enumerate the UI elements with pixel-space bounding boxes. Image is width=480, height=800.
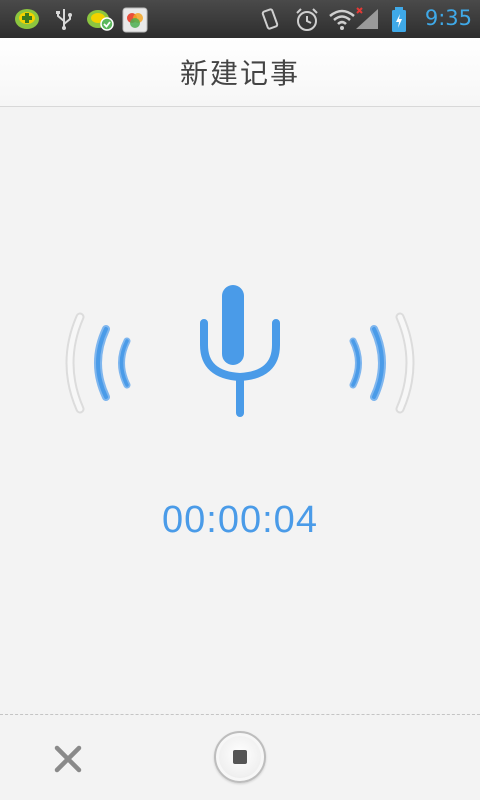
alarm-icon [296,8,318,31]
signal-icon [356,7,378,29]
stop-icon [233,750,247,764]
vibrate-icon [261,8,279,30]
recording-panel: 00:00:04 [0,107,480,714]
battery-charging-icon [392,7,406,32]
microphone-icon [200,285,280,417]
sound-wave-right-icon [349,312,415,414]
bottom-controls [0,715,480,800]
sound-wave-left-icon [65,312,131,414]
photo-app-icon [122,7,148,33]
title-bar: 新建记事 [0,38,480,107]
close-icon [54,745,82,773]
cancel-button[interactable] [44,735,92,783]
status-bar: 9:35 [0,0,480,38]
page-title: 新建记事 [179,57,300,90]
stop-record-button[interactable] [214,731,266,783]
wifi-icon [329,9,355,30]
status-time: 9:35 [424,6,472,30]
recording-timer: 00:00:04 [162,499,318,541]
app-update-icon [87,10,114,31]
app-notification-icon [15,9,39,29]
recording-visual [65,285,415,417]
usb-icon [56,9,72,30]
